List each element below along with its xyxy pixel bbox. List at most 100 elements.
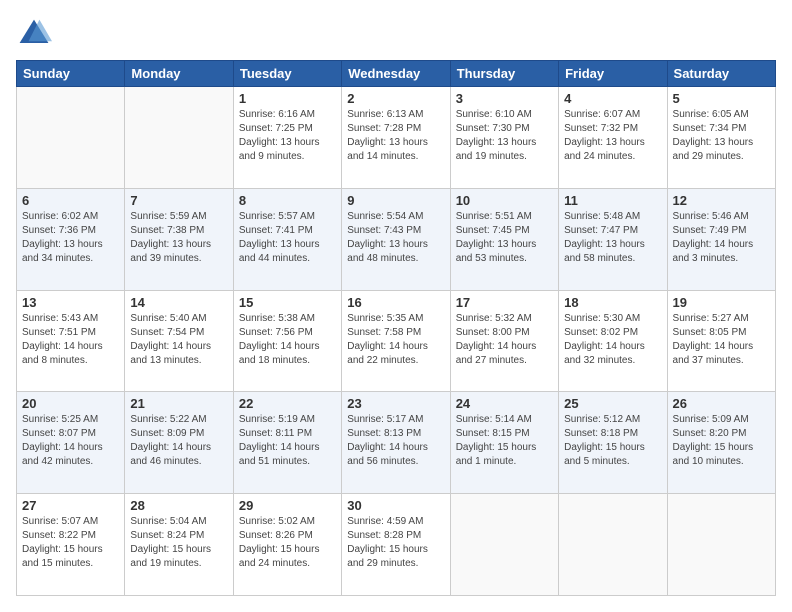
calendar-cell: 2 Sunrise: 6:13 AMSunset: 7:28 PMDaylight… — [342, 87, 450, 189]
day-number: 5 — [673, 91, 770, 106]
calendar-cell: 7Sunrise: 5:59 AMSunset: 7:38 PMDaylight… — [125, 188, 233, 290]
day-info: Sunrise: 5:51 AMSunset: 7:45 PMDaylight:… — [456, 210, 553, 266]
week-row-3: 13Sunrise: 5:43 AMSunset: 7:51 PMDayligh… — [17, 290, 776, 392]
logo-icon — [16, 16, 52, 52]
day-info: Sunrise: 6:13 AMSunset: 7:28 PMDaylight:… — [347, 108, 444, 164]
week-row-5: 27 Sunrise: 5:07 AMSunset: 8:22 PMDayligh… — [17, 494, 776, 596]
week-row-2: 6 Sunrise: 6:02 AMSunset: 7:36 PMDaylight… — [17, 188, 776, 290]
day-info: Sunrise: 6:10 AMSunset: 7:30 PMDaylight:… — [456, 108, 553, 164]
day-number: 12 — [673, 193, 770, 208]
calendar-cell: 18 Sunrise: 5:30 AMSunset: 8:02 PMDayligh… — [559, 290, 667, 392]
day-number: 15 — [239, 295, 336, 310]
calendar-cell — [559, 494, 667, 596]
calendar-cell: 4Sunrise: 6:07 AMSunset: 7:32 PMDaylight… — [559, 87, 667, 189]
day-number: 25 — [564, 396, 661, 411]
day-number: 17 — [456, 295, 553, 310]
day-info: Sunrise: 5:57 AMSunset: 7:41 PMDaylight:… — [239, 210, 336, 266]
day-number: 6 — [22, 193, 119, 208]
weekday-header-sunday: Sunday — [17, 61, 125, 87]
calendar-cell: 16 Sunrise: 5:35 AMSunset: 7:58 PMDayligh… — [342, 290, 450, 392]
day-info: Sunrise: 5:27 AMSunset: 8:05 PMDaylight:… — [673, 312, 770, 368]
calendar-cell: 15 Sunrise: 5:38 AMSunset: 7:56 PMDayligh… — [233, 290, 341, 392]
weekday-header-monday: Monday — [125, 61, 233, 87]
calendar-cell: 25 Sunrise: 5:12 AMSunset: 8:18 PMDayligh… — [559, 392, 667, 494]
day-info: Sunrise: 5:02 AMSunset: 8:26 PMDaylight:… — [239, 515, 336, 571]
calendar-cell: 1 Sunrise: 6:16 AMSunset: 7:25 PMDaylight… — [233, 87, 341, 189]
day-number: 10 — [456, 193, 553, 208]
calendar-cell: 6 Sunrise: 6:02 AMSunset: 7:36 PMDaylight… — [17, 188, 125, 290]
day-number: 1 — [239, 91, 336, 106]
day-number: 24 — [456, 396, 553, 411]
day-info: Sunrise: 6:16 AMSunset: 7:25 PMDaylight:… — [239, 108, 336, 164]
day-info: Sunrise: 5:14 AMSunset: 8:15 PMDaylight:… — [456, 413, 553, 469]
weekday-header-wednesday: Wednesday — [342, 61, 450, 87]
calendar-cell: 22Sunrise: 5:19 AMSunset: 8:11 PMDayligh… — [233, 392, 341, 494]
calendar-cell: 29 Sunrise: 5:02 AMSunset: 8:26 PMDayligh… — [233, 494, 341, 596]
day-number: 22 — [239, 396, 336, 411]
day-number: 19 — [673, 295, 770, 310]
calendar-cell: 30Sunrise: 4:59 AMSunset: 8:28 PMDayligh… — [342, 494, 450, 596]
calendar-cell: 9 Sunrise: 5:54 AMSunset: 7:43 PMDaylight… — [342, 188, 450, 290]
calendar-cell: 5 Sunrise: 6:05 AMSunset: 7:34 PMDaylight… — [667, 87, 775, 189]
day-number: 8 — [239, 193, 336, 208]
calendar-cell: 8 Sunrise: 5:57 AMSunset: 7:41 PMDaylight… — [233, 188, 341, 290]
day-info: Sunrise: 5:09 AMSunset: 8:20 PMDaylight:… — [673, 413, 770, 469]
day-number: 9 — [347, 193, 444, 208]
day-info: Sunrise: 5:46 AMSunset: 7:49 PMDaylight:… — [673, 210, 770, 266]
calendar-cell: 12 Sunrise: 5:46 AMSunset: 7:49 PMDayligh… — [667, 188, 775, 290]
weekday-header-row: SundayMondayTuesdayWednesdayThursdayFrid… — [17, 61, 776, 87]
day-info: Sunrise: 5:40 AMSunset: 7:54 PMDaylight:… — [130, 312, 227, 368]
day-info: Sunrise: 5:54 AMSunset: 7:43 PMDaylight:… — [347, 210, 444, 266]
calendar-cell: 20 Sunrise: 5:25 AMSunset: 8:07 PMDayligh… — [17, 392, 125, 494]
day-number: 29 — [239, 498, 336, 513]
calendar-cell: 26 Sunrise: 5:09 AMSunset: 8:20 PMDayligh… — [667, 392, 775, 494]
calendar-cell: 23Sunrise: 5:17 AMSunset: 8:13 PMDayligh… — [342, 392, 450, 494]
day-info: Sunrise: 5:04 AMSunset: 8:24 PMDaylight:… — [130, 515, 227, 571]
day-info: Sunrise: 5:12 AMSunset: 8:18 PMDaylight:… — [564, 413, 661, 469]
day-number: 3 — [456, 91, 553, 106]
calendar-cell: 21 Sunrise: 5:22 AMSunset: 8:09 PMDayligh… — [125, 392, 233, 494]
calendar-cell — [125, 87, 233, 189]
calendar-cell: 13Sunrise: 5:43 AMSunset: 7:51 PMDayligh… — [17, 290, 125, 392]
day-info: Sunrise: 6:02 AMSunset: 7:36 PMDaylight:… — [22, 210, 119, 266]
day-number: 18 — [564, 295, 661, 310]
weekday-header-saturday: Saturday — [667, 61, 775, 87]
day-info: Sunrise: 5:43 AMSunset: 7:51 PMDaylight:… — [22, 312, 119, 368]
day-number: 16 — [347, 295, 444, 310]
day-number: 14 — [130, 295, 227, 310]
day-info: Sunrise: 5:35 AMSunset: 7:58 PMDaylight:… — [347, 312, 444, 368]
weekday-header-tuesday: Tuesday — [233, 61, 341, 87]
day-info: Sunrise: 5:25 AMSunset: 8:07 PMDaylight:… — [22, 413, 119, 469]
weekday-header-friday: Friday — [559, 61, 667, 87]
day-number: 7 — [130, 193, 227, 208]
calendar-cell: 14 Sunrise: 5:40 AMSunset: 7:54 PMDayligh… — [125, 290, 233, 392]
calendar-cell: 17 Sunrise: 5:32 AMSunset: 8:00 PMDayligh… — [450, 290, 558, 392]
day-info: Sunrise: 5:17 AMSunset: 8:13 PMDaylight:… — [347, 413, 444, 469]
day-number: 21 — [130, 396, 227, 411]
page: SundayMondayTuesdayWednesdayThursdayFrid… — [0, 0, 792, 612]
day-number: 27 — [22, 498, 119, 513]
logo — [16, 16, 56, 52]
calendar-cell — [17, 87, 125, 189]
day-info: Sunrise: 6:07 AMSunset: 7:32 PMDaylight:… — [564, 108, 661, 164]
calendar-cell: 11 Sunrise: 5:48 AMSunset: 7:47 PMDayligh… — [559, 188, 667, 290]
day-number: 20 — [22, 396, 119, 411]
day-info: Sunrise: 5:38 AMSunset: 7:56 PMDaylight:… — [239, 312, 336, 368]
day-info: Sunrise: 5:32 AMSunset: 8:00 PMDaylight:… — [456, 312, 553, 368]
calendar-cell: 28 Sunrise: 5:04 AMSunset: 8:24 PMDayligh… — [125, 494, 233, 596]
day-info: Sunrise: 5:22 AMSunset: 8:09 PMDaylight:… — [130, 413, 227, 469]
calendar-cell — [450, 494, 558, 596]
calendar-cell: 24 Sunrise: 5:14 AMSunset: 8:15 PMDayligh… — [450, 392, 558, 494]
day-info: Sunrise: 5:07 AMSunset: 8:22 PMDaylight:… — [22, 515, 119, 571]
day-number: 30 — [347, 498, 444, 513]
day-number: 11 — [564, 193, 661, 208]
day-info: Sunrise: 5:48 AMSunset: 7:47 PMDaylight:… — [564, 210, 661, 266]
day-number: 26 — [673, 396, 770, 411]
calendar-cell — [667, 494, 775, 596]
day-number: 2 — [347, 91, 444, 106]
day-info: Sunrise: 6:05 AMSunset: 7:34 PMDaylight:… — [673, 108, 770, 164]
header — [16, 16, 776, 52]
day-info: Sunrise: 5:30 AMSunset: 8:02 PMDaylight:… — [564, 312, 661, 368]
day-number: 28 — [130, 498, 227, 513]
week-row-1: 1 Sunrise: 6:16 AMSunset: 7:25 PMDaylight… — [17, 87, 776, 189]
